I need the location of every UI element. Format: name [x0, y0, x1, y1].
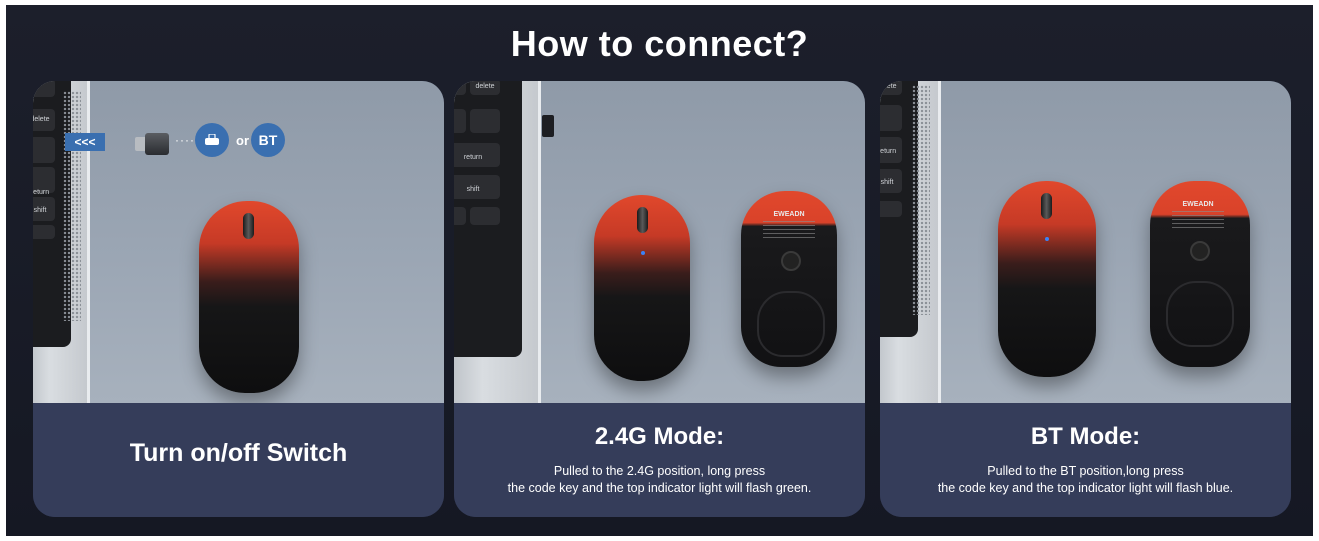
mouse-brand: EWEADN — [773, 211, 805, 218]
panel-photo: delete return shift <<< ···· or BT — [33, 81, 444, 403]
indicator-light — [1045, 237, 1049, 241]
key-return: return — [33, 167, 55, 196]
panel-power-switch: delete return shift <<< ···· or BT — [33, 81, 444, 517]
bt-badge: BT — [251, 123, 285, 157]
scroll-wheel — [243, 213, 254, 239]
key-delete: delete — [33, 109, 55, 131]
usb-receiver-plugged — [542, 115, 554, 137]
caption-line: Pulled to the 2.4G position, long press — [553, 464, 766, 478]
scroll-wheel — [1041, 193, 1052, 219]
mouse-bottom-view: EWEADN — [1150, 181, 1250, 367]
panel-24g-mode: delete return shift EWEADN 2.4G Mode: Pu… — [454, 81, 865, 517]
key-delete: delete — [880, 81, 902, 95]
panel-bt-mode: delete return shift EWEADN BT Mode: — [880, 81, 1291, 517]
laptop-edge: delete return shift — [880, 81, 941, 403]
key-return: return — [454, 143, 500, 167]
mouse-skate — [1166, 281, 1234, 347]
panel-caption: Turn on/off Switch — [33, 403, 444, 517]
caption-description: Pulled to the 2.4G position, long press … — [454, 463, 865, 497]
key-return: return — [880, 137, 902, 163]
scroll-wheel — [637, 207, 648, 233]
speaker-grille — [912, 85, 930, 315]
arrows-indicator: <<< — [65, 133, 105, 151]
mouse-brand: EWEADN — [1182, 201, 1214, 208]
or-label: or — [236, 133, 249, 148]
caption-description: Pulled to the BT position,long press the… — [880, 463, 1291, 497]
key-shift: shift — [454, 175, 500, 199]
panel-caption: 2.4G Mode: Pulled to the 2.4G position, … — [454, 403, 865, 517]
caption-title: Turn on/off Switch — [129, 439, 348, 467]
indicator-light — [641, 251, 645, 255]
page-title: How to connect? — [510, 23, 809, 64]
mouse-bottom-view: EWEADN — [741, 191, 837, 367]
key-delete: delete — [470, 81, 500, 95]
key-shift: shift — [33, 197, 55, 221]
caption-line: Pulled to the BT position,long press — [987, 464, 1184, 478]
panel-caption: BT Mode: Pulled to the BT position,long … — [880, 403, 1291, 517]
panel-photo: delete return shift EWEADN — [880, 81, 1291, 403]
speaker-grille — [63, 91, 81, 321]
caption-title: BT Mode: — [1030, 423, 1141, 450]
mouse-top-view — [594, 195, 690, 381]
caption-title: 2.4G Mode: — [594, 423, 725, 450]
laptop-edge: delete return shift — [33, 81, 90, 403]
infographic-frame: How to connect? delete return shift <<< … — [6, 5, 1313, 536]
mouse-sensor — [781, 251, 801, 271]
dongle-glyph-icon — [205, 134, 219, 145]
usb-receiver-icon — [135, 133, 169, 155]
panel-photo: delete return shift EWEADN — [454, 81, 865, 403]
laptop-edge: delete return shift — [454, 81, 541, 403]
mouse-top-view — [998, 181, 1096, 377]
key-shift: shift — [880, 169, 902, 193]
mouse-label-text — [763, 221, 815, 239]
keyboard: delete return shift — [454, 81, 522, 357]
receiver-mode-icon — [195, 123, 229, 157]
caption-line: the code key and the top indicator light… — [937, 481, 1234, 495]
mouse-skate — [757, 291, 825, 357]
mouse-sensor — [1190, 241, 1210, 261]
mouse-label-text — [1172, 211, 1224, 229]
dots-connector: ···· — [175, 133, 195, 147]
caption-line: the code key and the top indicator light… — [507, 481, 812, 495]
mouse-top-view — [199, 201, 299, 393]
